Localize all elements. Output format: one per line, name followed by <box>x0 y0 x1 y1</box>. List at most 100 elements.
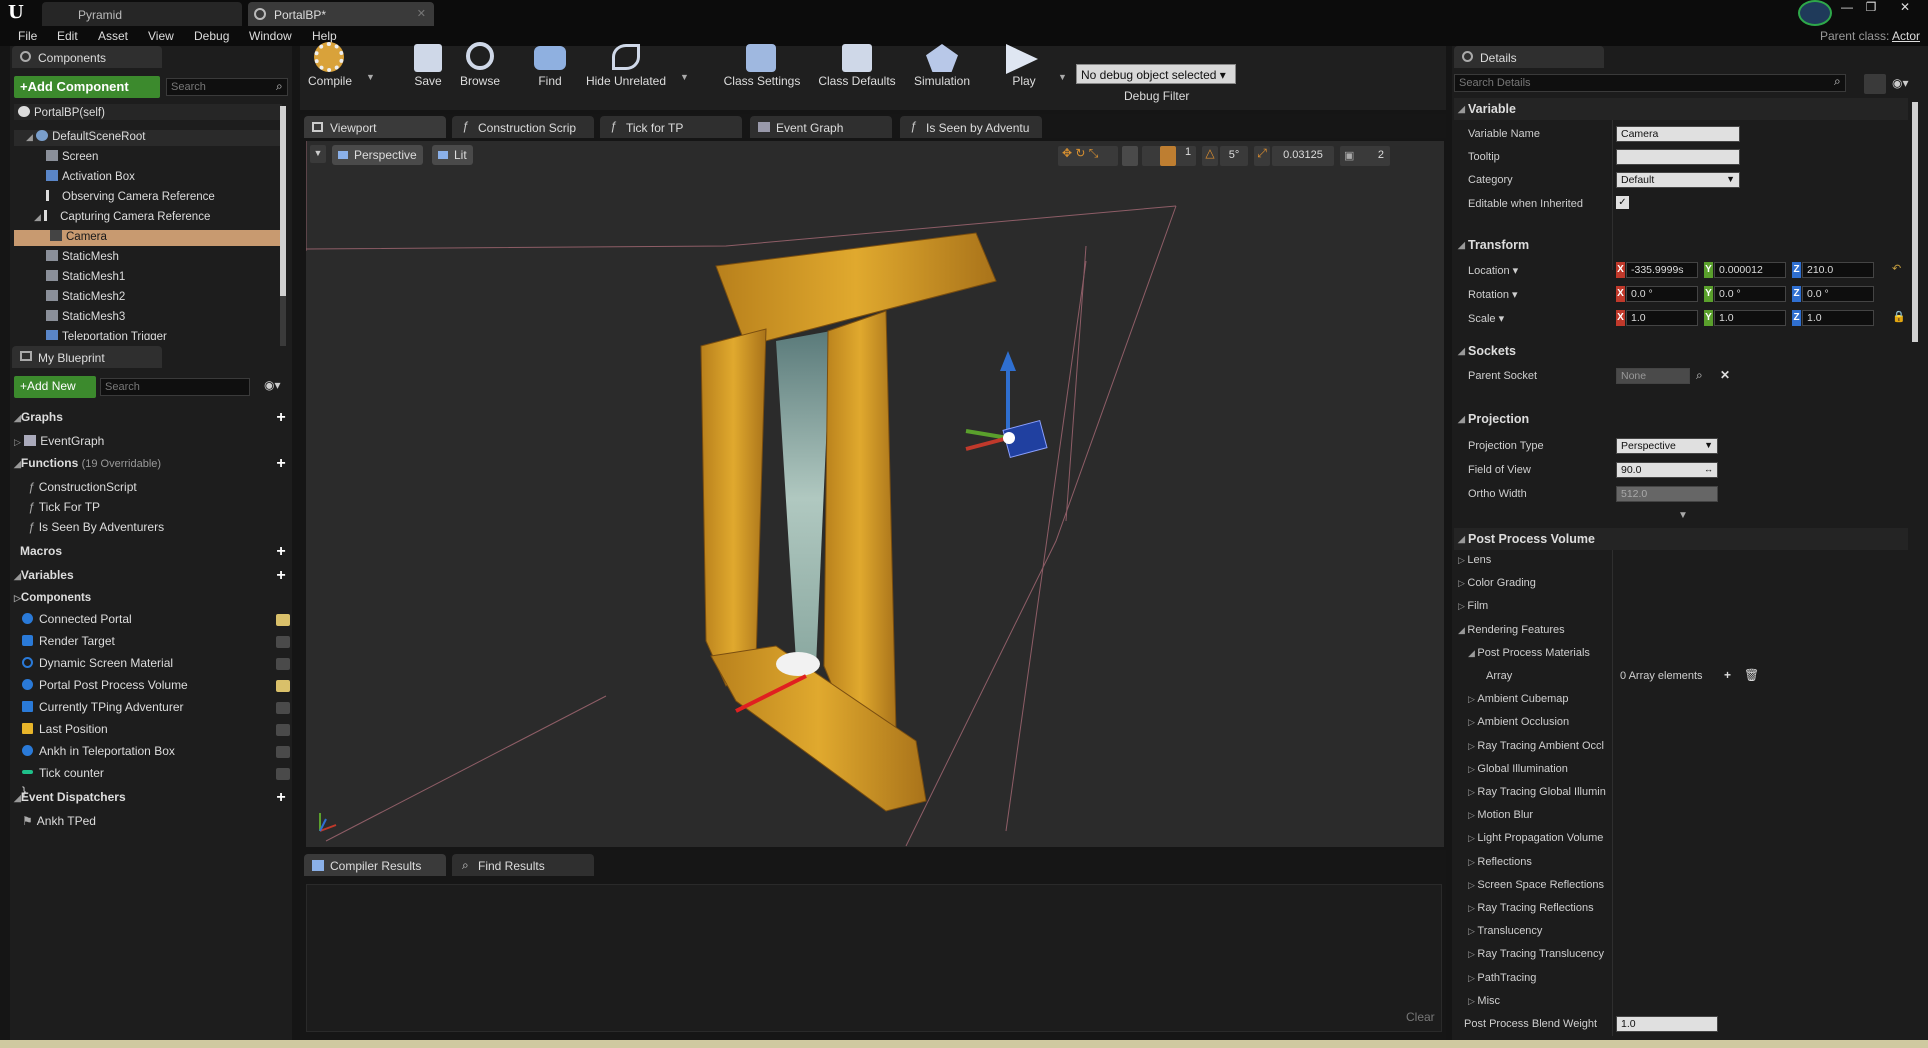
minimize-icon[interactable]: — <box>1836 0 1858 14</box>
details-scrollbar[interactable] <box>1912 102 1918 342</box>
menu-edit[interactable]: Edit <box>57 29 78 43</box>
ppv-subcategory-item[interactable]: ▷ Ray Tracing Reflections <box>1468 902 1594 914</box>
expand-advanced-icon[interactable]: ▼ <box>1678 510 1688 521</box>
hide-unrelated-button[interactable]: Hide Unrelated <box>580 40 672 88</box>
tree-item-capturing-camera[interactable]: ◢ Capturing Camera Reference <box>14 210 282 226</box>
tab-event-graph[interactable]: Event Graph <box>750 116 892 138</box>
category-dropdown[interactable]: Default ▼ <box>1616 172 1740 188</box>
variable-item[interactable]: Tick counter <box>22 766 298 784</box>
grid-snap-icon[interactable] <box>1160 146 1176 166</box>
ppv-subcategory-item[interactable]: ▷ Ray Tracing Ambient Occl <box>1468 740 1604 752</box>
rotation-label[interactable]: Rotation ▾ <box>1468 288 1518 301</box>
scale-snap-icon[interactable]: ⤢ <box>1254 146 1270 166</box>
section-sockets[interactable]: ◢ Sockets <box>1454 340 1908 362</box>
ppv-subcategory-item[interactable]: ▷ Light Propagation Volume <box>1468 832 1603 844</box>
ppv-subcategory-item[interactable]: ▷ Misc <box>1468 995 1500 1007</box>
add-macro-icon[interactable]: + <box>274 544 288 560</box>
tree-item-teleportation-trigger[interactable]: Teleportation Trigger <box>14 330 282 340</box>
menu-asset[interactable]: Asset <box>98 29 128 43</box>
add-component-button[interactable]: +Add Component <box>14 76 160 98</box>
eye-icon[interactable] <box>276 768 290 780</box>
menu-view[interactable]: View <box>148 29 174 43</box>
tooltip-input[interactable] <box>1616 149 1740 165</box>
camera-speed[interactable]: ▣ 2 <box>1340 146 1390 166</box>
eye-icon[interactable] <box>276 680 290 692</box>
find-button[interactable]: Find <box>526 40 574 88</box>
class-settings-button[interactable]: Class Settings <box>716 40 808 88</box>
scale-label[interactable]: Scale ▾ <box>1468 312 1504 325</box>
function-item[interactable]: ƒ Tick For TP <box>28 500 100 516</box>
ppv-category-item[interactable]: ◢ Rendering Features <box>1458 624 1565 636</box>
search-icon[interactable]: ⌕ <box>1696 368 1703 383</box>
ppv-subcategory-item[interactable]: ▷ Reflections <box>1468 856 1532 868</box>
projection-type-dropdown[interactable]: Perspective ▼ <box>1616 438 1718 454</box>
graphs-header[interactable]: ◢Graphs <box>14 410 63 428</box>
event-dispatchers-header[interactable]: ◢Event Dispatchers <box>14 790 126 808</box>
grid-size[interactable]: 1 <box>1180 146 1196 166</box>
eye-icon[interactable] <box>276 614 290 626</box>
dispatcher-item[interactable]: ⚑ Ankh TPed <box>22 814 96 830</box>
ppv-subcategory-item[interactable]: ▷ Ray Tracing Global Illumin <box>1468 786 1606 798</box>
variable-item[interactable]: Ankh in Teleportation Box <box>22 744 298 762</box>
play-button[interactable]: Play <box>996 40 1052 88</box>
ortho-input[interactable]: 512.0 <box>1616 486 1718 502</box>
event-graph-item[interactable]: ▷ EventGraph <box>14 434 104 450</box>
menu-file[interactable]: File <box>18 29 37 43</box>
class-defaults-button[interactable]: Class Defaults <box>810 40 904 88</box>
perspective-button[interactable]: Perspective <box>332 145 423 165</box>
tab-is-seen-by-adventurers[interactable]: ƒ Is Seen by Adventu <box>900 116 1042 138</box>
tree-item-staticmesh[interactable]: StaticMesh <box>14 250 282 266</box>
scale-z-input[interactable]: 1.0 <box>1802 310 1874 326</box>
ppv-subcategory-item[interactable]: ▷ Translucency <box>1468 925 1542 937</box>
eye-visibility-icon[interactable]: ◉▾ <box>264 378 288 394</box>
ppv-post-process-materials[interactable]: ◢ Post Process Materials <box>1468 647 1590 659</box>
tree-item-staticmesh1[interactable]: StaticMesh1 <box>14 270 282 286</box>
rotation-snap-value[interactable]: 5° <box>1220 146 1248 166</box>
location-z-input[interactable]: 210.0 <box>1802 262 1874 278</box>
scale-x-input[interactable]: 1.0 <box>1626 310 1698 326</box>
close-window-icon[interactable]: ✕ <box>1894 0 1916 14</box>
tree-item-observing-camera[interactable]: Observing Camera Reference <box>14 190 282 206</box>
clear-button[interactable]: Clear <box>1406 1010 1435 1024</box>
fov-input[interactable]: 90.0 ↔ <box>1616 462 1718 478</box>
scrollbar[interactable] <box>280 106 286 346</box>
play-dropdown-icon[interactable]: ▼ <box>1058 72 1067 82</box>
variable-item[interactable]: Dynamic Screen Material <box>22 656 298 674</box>
menu-window[interactable]: Window <box>249 29 292 43</box>
ppv-subcategory-item[interactable]: ▷ Ambient Occlusion <box>1468 716 1569 728</box>
rotation-y-input[interactable]: 0.0 ° <box>1714 286 1786 302</box>
rotation-snap-icon[interactable]: △ <box>1202 146 1218 166</box>
eye-visibility-icon[interactable]: ◉▾ <box>1892 76 1909 90</box>
tab-tick-for-tp[interactable]: ƒ Tick for TP <box>600 116 742 138</box>
tree-item-activation-box[interactable]: Activation Box <box>14 170 282 186</box>
menu-debug[interactable]: Debug <box>194 29 229 43</box>
viewport[interactable]: ▼ Perspective Lit ✥ ↻ ⤡ 1 △ 5° ⤢ 0.03125… <box>306 141 1444 847</box>
add-dispatcher-icon[interactable]: + <box>274 790 288 806</box>
tree-item-staticmesh3[interactable]: StaticMesh3 <box>14 310 282 326</box>
ppv-subcategory-item[interactable]: ▷ PathTracing <box>1468 972 1536 984</box>
viewport-options-icon[interactable]: ▼ <box>310 145 326 163</box>
simulation-button[interactable]: Simulation <box>906 40 978 88</box>
details-search-input[interactable]: Search Details <box>1454 74 1846 92</box>
function-item[interactable]: ƒ Is Seen By Adventurers <box>28 520 164 536</box>
eye-icon[interactable] <box>276 724 290 736</box>
eye-icon[interactable] <box>276 636 290 648</box>
notification-icon[interactable] <box>1798 0 1832 26</box>
location-x-input[interactable]: -335.9999s <box>1626 262 1698 278</box>
eye-icon[interactable] <box>276 658 290 670</box>
variable-item[interactable]: Currently TPing Adventurer <box>22 700 298 718</box>
add-element-icon[interactable]: + <box>1724 668 1731 682</box>
editable-checkbox[interactable]: ✓ <box>1616 196 1629 209</box>
ppv-subcategory-item[interactable]: ▷ Ambient Cubemap <box>1468 693 1569 705</box>
reset-icon[interactable]: ↶ <box>1892 262 1901 275</box>
tab-components[interactable]: Components <box>12 46 162 68</box>
results-log[interactable] <box>306 884 1442 1032</box>
tab-my-blueprint[interactable]: My Blueprint <box>12 346 162 368</box>
property-matrix-icon[interactable] <box>1864 74 1886 94</box>
ppv-subcategory-item[interactable]: ▷ Global Illumination <box>1468 763 1568 775</box>
eye-icon[interactable] <box>276 702 290 714</box>
tree-item-camera[interactable]: Camera <box>14 230 282 246</box>
tree-item-screen[interactable]: Screen <box>14 150 282 166</box>
section-variable[interactable]: ◢ Variable <box>1454 98 1908 120</box>
variable-item[interactable]: Last Position <box>22 722 298 740</box>
